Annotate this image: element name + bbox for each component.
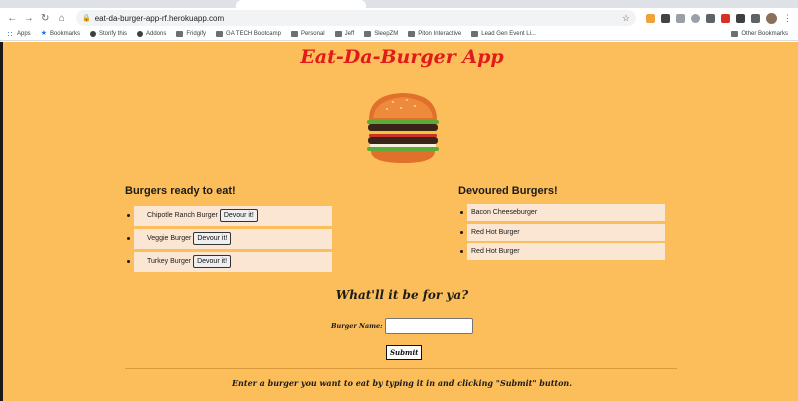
burger-name: Red Hot Burger — [471, 228, 520, 236]
folder-icon — [364, 31, 372, 37]
bookmark-label: SleepZM — [374, 31, 399, 37]
lock-icon: 🔒 — [82, 15, 91, 22]
bookmark-label: Apps — [17, 31, 31, 37]
extension-icon[interactable] — [676, 13, 685, 23]
tab-strip — [0, 0, 798, 8]
extension-icon[interactable] — [661, 13, 670, 23]
form-heading: What'll it be for ya? — [335, 288, 469, 302]
burger-form: Burger Name: — [331, 318, 473, 334]
extensions: ⋮ — [646, 12, 792, 24]
devour-button[interactable]: Devour it! — [193, 255, 232, 268]
globe-icon — [89, 31, 96, 37]
burger-name: Turkey Burger — [147, 258, 192, 265]
avatar[interactable] — [766, 12, 777, 24]
devoured-burger-item: Red Hot Burger — [460, 223, 665, 243]
devour-button[interactable]: Devour it! — [193, 232, 232, 245]
devoured-heading: Devoured Burgers! — [458, 185, 558, 197]
folder-icon — [290, 31, 298, 37]
burger-image — [367, 93, 439, 163]
ready-burger-item: Veggie Burger Devour it! — [127, 227, 332, 250]
page-icon — [176, 31, 184, 37]
back-icon[interactable]: ← — [6, 11, 19, 25]
bookmarks-bar: Apps ★ Bookmarks Storify this Addons Fridgify… — [0, 28, 798, 41]
menu-kebab-icon[interactable]: ⋮ — [783, 13, 792, 24]
burger-item-box: Red Hot Burger — [467, 223, 665, 241]
other-bookmarks[interactable]: Other Bookmarks — [731, 31, 788, 37]
home-icon[interactable]: ⌂ — [56, 11, 69, 25]
other-bookmarks-label: Other Bookmarks — [741, 31, 788, 37]
burger-item-box: Veggie Burger Devour it! — [134, 228, 332, 249]
burger-item-box: Bacon Cheeseburger — [467, 204, 665, 222]
bookmark-item[interactable]: Jeff — [334, 31, 355, 37]
bookmark-label: Jeff — [344, 31, 355, 37]
burger-name: Chipotle Ranch Burger — [147, 212, 218, 219]
burger-name: Veggie Burger — [147, 235, 192, 242]
globe-icon — [137, 31, 143, 37]
bookmark-item[interactable]: Fridgify — [176, 31, 206, 37]
bookmark-label: Storify this — [98, 31, 127, 37]
folder-icon — [216, 31, 224, 37]
submit-button[interactable]: Submit — [386, 345, 423, 360]
url-text[interactable]: eat-da-burger-app-rf.herokuapp.com — [95, 14, 618, 23]
browser-toolbar: ← → ↻ ⌂ 🔒 eat-da-burger-app-rf.herokuapp… — [0, 8, 798, 28]
devoured-burger-item: Red Hot Burger — [460, 242, 665, 262]
bookmark-item[interactable]: Addons — [137, 31, 166, 37]
active-tab[interactable] — [236, 0, 366, 8]
bookmark-item[interactable]: ★ Bookmarks — [40, 30, 80, 37]
bookmark-label: Personal — [300, 31, 325, 37]
apps-grid-icon — [7, 31, 14, 37]
app-title: Eat-Da-Burger App — [300, 46, 504, 68]
bookmark-item[interactable]: Piton Interactive — [408, 31, 461, 37]
extension-icon[interactable] — [691, 13, 700, 23]
star-icon: ★ — [40, 30, 47, 37]
bookmark-label: Lead Gen Event Li... — [481, 31, 536, 37]
bookmark-label: Bookmarks — [49, 31, 80, 37]
media-icon[interactable] — [751, 13, 760, 23]
instruction-text: Enter a burger you want to eat by typing… — [231, 378, 573, 388]
ready-list: Chipotle Ranch Burger Devour it! Veggie Bu… — [127, 204, 332, 273]
bookmark-label: Piton Interactive — [418, 31, 462, 37]
extension-icon[interactable] — [721, 13, 730, 23]
burger-item-box: Turkey Burger Devour it! — [134, 251, 332, 272]
extension-icon[interactable] — [646, 13, 655, 23]
bookmark-item[interactable]: Lead Gen Event Li... — [471, 31, 536, 37]
bookmark-item[interactable]: Apps — [7, 31, 31, 37]
bookmark-item[interactable]: SleepZM — [364, 31, 398, 37]
divider — [125, 368, 677, 369]
burger-name-label: Burger Name: — [331, 322, 383, 330]
burger-name-input[interactable] — [384, 318, 473, 334]
burger-item-box: Red Hot Burger — [467, 243, 665, 261]
folder-icon — [334, 31, 342, 37]
bookmark-star-icon[interactable]: ☆ — [622, 13, 630, 24]
address-bar[interactable]: 🔒 eat-da-burger-app-rf.herokuapp.com ☆ — [76, 10, 636, 26]
bookmark-label: Fridgify — [186, 31, 207, 37]
devoured-burger-item: Bacon Cheeseburger — [460, 203, 665, 223]
bookmark-label: Addons — [146, 31, 167, 37]
devoured-list: Bacon Cheeseburger Red Hot Burger Red Hot … — [460, 203, 665, 262]
folder-icon — [731, 31, 739, 37]
burger-name: Bacon Cheeseburger — [471, 209, 538, 217]
bookmark-label: GA TECH Bootcamp — [226, 31, 281, 37]
burger-item-box: Chipotle Ranch Burger Devour it! — [134, 205, 332, 226]
bookmark-item[interactable]: GA TECH Bootcamp — [216, 31, 281, 37]
puzzle-icon[interactable] — [736, 13, 745, 23]
folder-icon — [408, 31, 416, 37]
burger-name: Red Hot Burger — [471, 248, 520, 256]
extension-icon[interactable] — [706, 13, 715, 23]
bookmark-item[interactable]: Personal — [290, 31, 325, 37]
reload-icon[interactable]: ↻ — [39, 11, 52, 25]
ready-burger-item: Turkey Burger Devour it! — [127, 250, 332, 273]
forward-icon[interactable]: → — [23, 11, 36, 25]
page-body: Eat-Da-Burger App Burgers ready to eat! … — [0, 42, 798, 401]
ready-burger-item: Chipotle Ranch Burger Devour it! — [127, 204, 332, 227]
devour-button[interactable]: Devour it! — [219, 209, 258, 222]
ready-heading: Burgers ready to eat! — [125, 185, 236, 197]
folder-icon — [471, 31, 479, 37]
bookmark-item[interactable]: Storify this — [89, 31, 127, 37]
